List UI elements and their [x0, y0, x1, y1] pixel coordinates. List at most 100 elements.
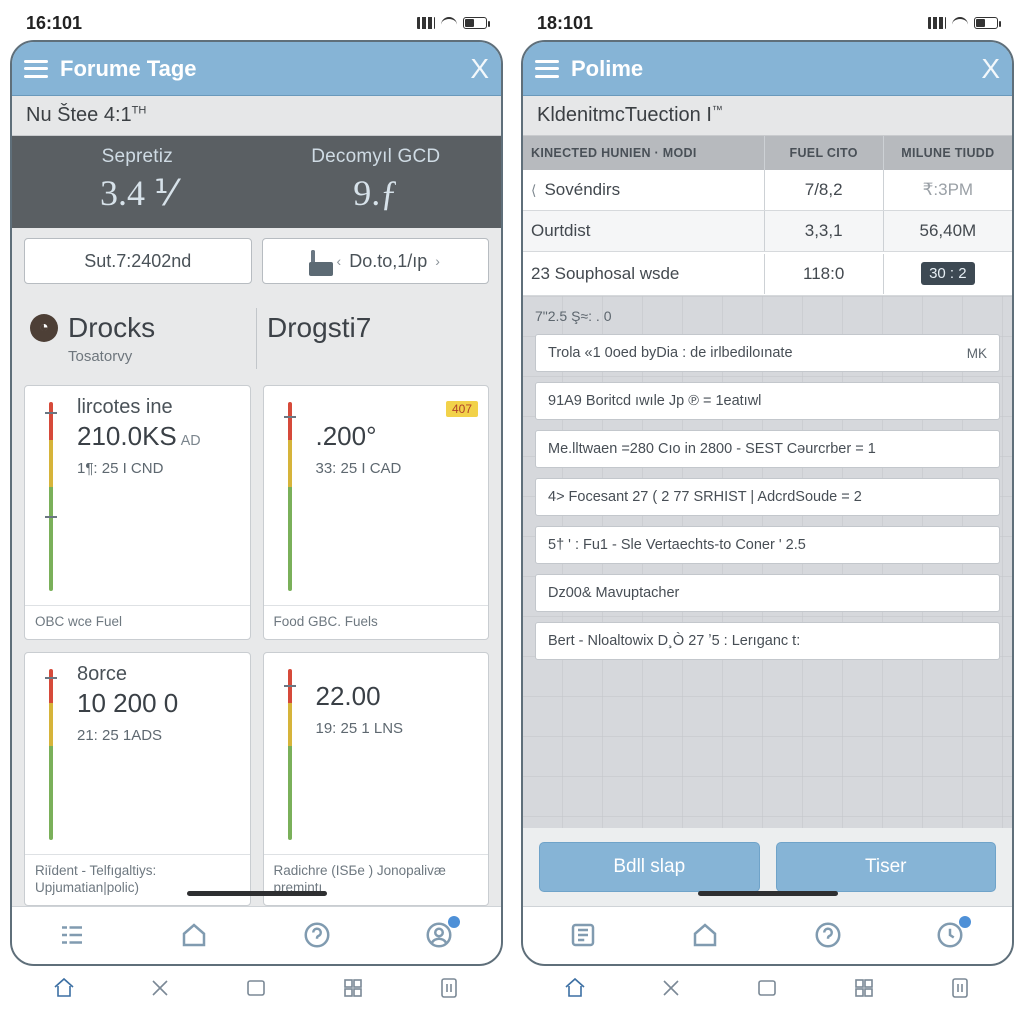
table-row[interactable]: 23 Souphosal wsde 118:0 30 : 2 — [523, 252, 1012, 296]
card-3[interactable]: 22.00 19: 25 1 LNS Radichre (ISБe ) Jono… — [263, 652, 490, 907]
category-left-title: Drocks — [68, 312, 155, 344]
tag-badge: 407 — [446, 401, 478, 417]
list-item[interactable]: Dz00& Mavuptacher — [535, 574, 1000, 612]
category-right[interactable]: Drogsti7 — [261, 308, 489, 348]
summary-panel: Sepretiz 3.4 ⅟ Decomyıl GCD 9.ƒ — [12, 136, 501, 228]
list-item[interactable]: Me.lltwaen =280 Cıo in 2800 - SEST Cəurc… — [535, 430, 1000, 468]
notification-dot — [448, 916, 460, 928]
app-header: Forume Tage X — [12, 42, 501, 96]
table-row[interactable]: ⟨Sovéndirs 7/8,2 ₹:3PM — [523, 170, 1012, 211]
table-header: KINECTED HUNIEN · MODI FUEL CITO MILUNE … — [523, 136, 1012, 170]
summary-left-value: 3.4 ⅟ — [18, 172, 257, 214]
list-item[interactable]: Bert - Nloaltowix D¸Ò 27 ʼ5 : Lerıganc t… — [535, 622, 1000, 660]
nav-help-icon[interactable] — [813, 920, 845, 952]
phone-left: 16:101 Forume Tage X Nu Štee 4:1TH Sepre… — [10, 6, 503, 1010]
card-2[interactable]: 8orce 10 200 0 21: 25 1ADS Riīdent - Tel… — [24, 652, 251, 907]
device-frame: Polime X KldenitmcTuection I™ KINECTED H… — [521, 40, 1014, 966]
header-title: Forume Tage — [60, 56, 197, 82]
list-item[interactable]: 4> Focesant 27 ( 2 77 SRHIST | AdcrdSoud… — [535, 478, 1000, 516]
signal-icon — [928, 17, 946, 29]
battery-icon — [463, 17, 487, 29]
nav-profile-icon[interactable] — [935, 920, 967, 952]
menu-icon[interactable] — [535, 60, 559, 78]
th-a: KINECTED HUNIEN · MODI — [523, 136, 765, 170]
wifi-icon — [952, 17, 968, 29]
value-pill: 30 : 2 — [921, 262, 975, 285]
app-bottom-nav — [12, 906, 501, 964]
close-icon[interactable]: X — [470, 55, 489, 83]
card-foot: OBC wce Fuel — [25, 605, 250, 633]
sys-close-icon[interactable] — [656, 975, 686, 1001]
th-c: MILUNE TIUDD — [884, 136, 1012, 170]
date-pill[interactable]: Sut.7:2402nd — [24, 238, 252, 284]
sys-close-icon[interactable] — [145, 975, 175, 1001]
app-header: Polime X — [523, 42, 1012, 96]
nav-home-icon[interactable] — [690, 920, 722, 952]
status-bar: 16:101 — [10, 6, 503, 40]
nav-home-icon[interactable] — [179, 920, 211, 952]
home-indicator[interactable] — [187, 891, 327, 896]
category-left-icon: ◔ — [30, 314, 58, 342]
card-0[interactable]: lircotes ine 210.0KSAD 1¶: 25 I CND OBC … — [24, 385, 251, 640]
nav-help-icon[interactable] — [302, 920, 334, 952]
lock-icon — [311, 252, 329, 270]
signal-icon — [417, 17, 435, 29]
filter-row: Sut.7:2402nd ‹ Do.to,1/ıp › — [12, 228, 501, 294]
category-right-title: Drogsti7 — [267, 312, 371, 344]
phone-right: 18:101 Polime X KldenitmcTuection I™ KIN… — [521, 6, 1014, 1010]
list-item[interactable]: 91A9 Boritcd ıwıle Jp ℗ = 1eatıwl — [535, 382, 1000, 420]
category-left-sub: Tosatorvy — [68, 348, 246, 365]
card-foot: Food GBC. Fuels — [264, 605, 489, 633]
header-title: Polime — [571, 56, 643, 82]
category-left[interactable]: ◔ Drocks Tosatorvy — [24, 308, 252, 369]
sys-digit-icon[interactable] — [945, 975, 975, 1001]
gauge-icon — [35, 396, 69, 597]
card-grid: lircotes ine 210.0KSAD 1¶: 25 I CND OBC … — [12, 379, 501, 906]
menu-icon[interactable] — [24, 60, 48, 78]
card-1[interactable]: 407 .200° 33: 25 I CAD Food GBC. Fuels — [263, 385, 490, 640]
summary-right-label: Decomyıl GCD — [257, 146, 496, 168]
subheader: Nu Štee 4:1TH — [12, 96, 501, 136]
summary-left: Sepretiz 3.4 ⅟ — [18, 146, 257, 214]
expand-icon: ⟨ — [531, 182, 536, 199]
device-frame: Forume Tage X Nu Štee 4:1TH Sepretiz 3.4… — [10, 40, 503, 966]
sys-digit-icon[interactable] — [434, 975, 464, 1001]
close-icon[interactable]: X — [981, 55, 1000, 83]
status-icons — [417, 17, 487, 29]
nav-list-icon[interactable] — [568, 920, 600, 952]
gauge-icon — [35, 663, 69, 847]
status-icons — [928, 17, 998, 29]
list-pane: 7"2.5 Ş≈: . 0 Trola «1 0oed byDia : de i… — [523, 296, 1012, 828]
sys-home-icon[interactable] — [560, 975, 590, 1001]
list-header-line: 7"2.5 Ş≈: . 0 — [535, 308, 1000, 324]
gauge-icon — [274, 663, 308, 847]
primary-button[interactable]: Bdll slap — [539, 842, 760, 892]
th-b: FUEL CITO — [765, 136, 884, 170]
secondary-button[interactable]: Tiser — [776, 842, 997, 892]
nav-list-icon[interactable] — [57, 920, 89, 952]
status-time: 16:101 — [26, 13, 82, 34]
sys-home-icon[interactable] — [49, 975, 79, 1001]
list-item[interactable]: 5† ' : Fu1 - Sle Vertaechts-to Coner ' 2… — [535, 526, 1000, 564]
sys-grid-icon[interactable] — [338, 975, 368, 1001]
main-content: KINECTED HUNIEN · MODI FUEL CITO MILUNE … — [523, 136, 1012, 906]
wifi-icon — [441, 17, 457, 29]
subheader: KldenitmcTuection I™ — [523, 96, 1012, 136]
gauge-icon — [274, 396, 308, 597]
system-nav — [10, 966, 503, 1010]
nav-profile-icon[interactable] — [424, 920, 456, 952]
notification-dot — [959, 916, 971, 928]
dest-pill[interactable]: ‹ Do.to,1/ıp › — [262, 238, 490, 284]
summary-right: Decomyıl GCD 9.ƒ — [257, 146, 496, 214]
home-indicator[interactable] — [698, 891, 838, 896]
sys-recent-icon[interactable] — [241, 975, 271, 1001]
summary-right-value: 9.ƒ — [257, 172, 496, 214]
chevron-left-icon: ‹ — [337, 253, 342, 269]
system-nav — [521, 966, 1014, 1010]
app-bottom-nav — [523, 906, 1012, 964]
sys-grid-icon[interactable] — [849, 975, 879, 1001]
sys-recent-icon[interactable] — [752, 975, 782, 1001]
chevron-right-icon: › — [435, 253, 440, 269]
table-row[interactable]: Ourtdist 3,3,1 56,40M — [523, 211, 1012, 252]
list-item[interactable]: Trola «1 0oed byDia : de irlbediloınateM… — [535, 334, 1000, 372]
